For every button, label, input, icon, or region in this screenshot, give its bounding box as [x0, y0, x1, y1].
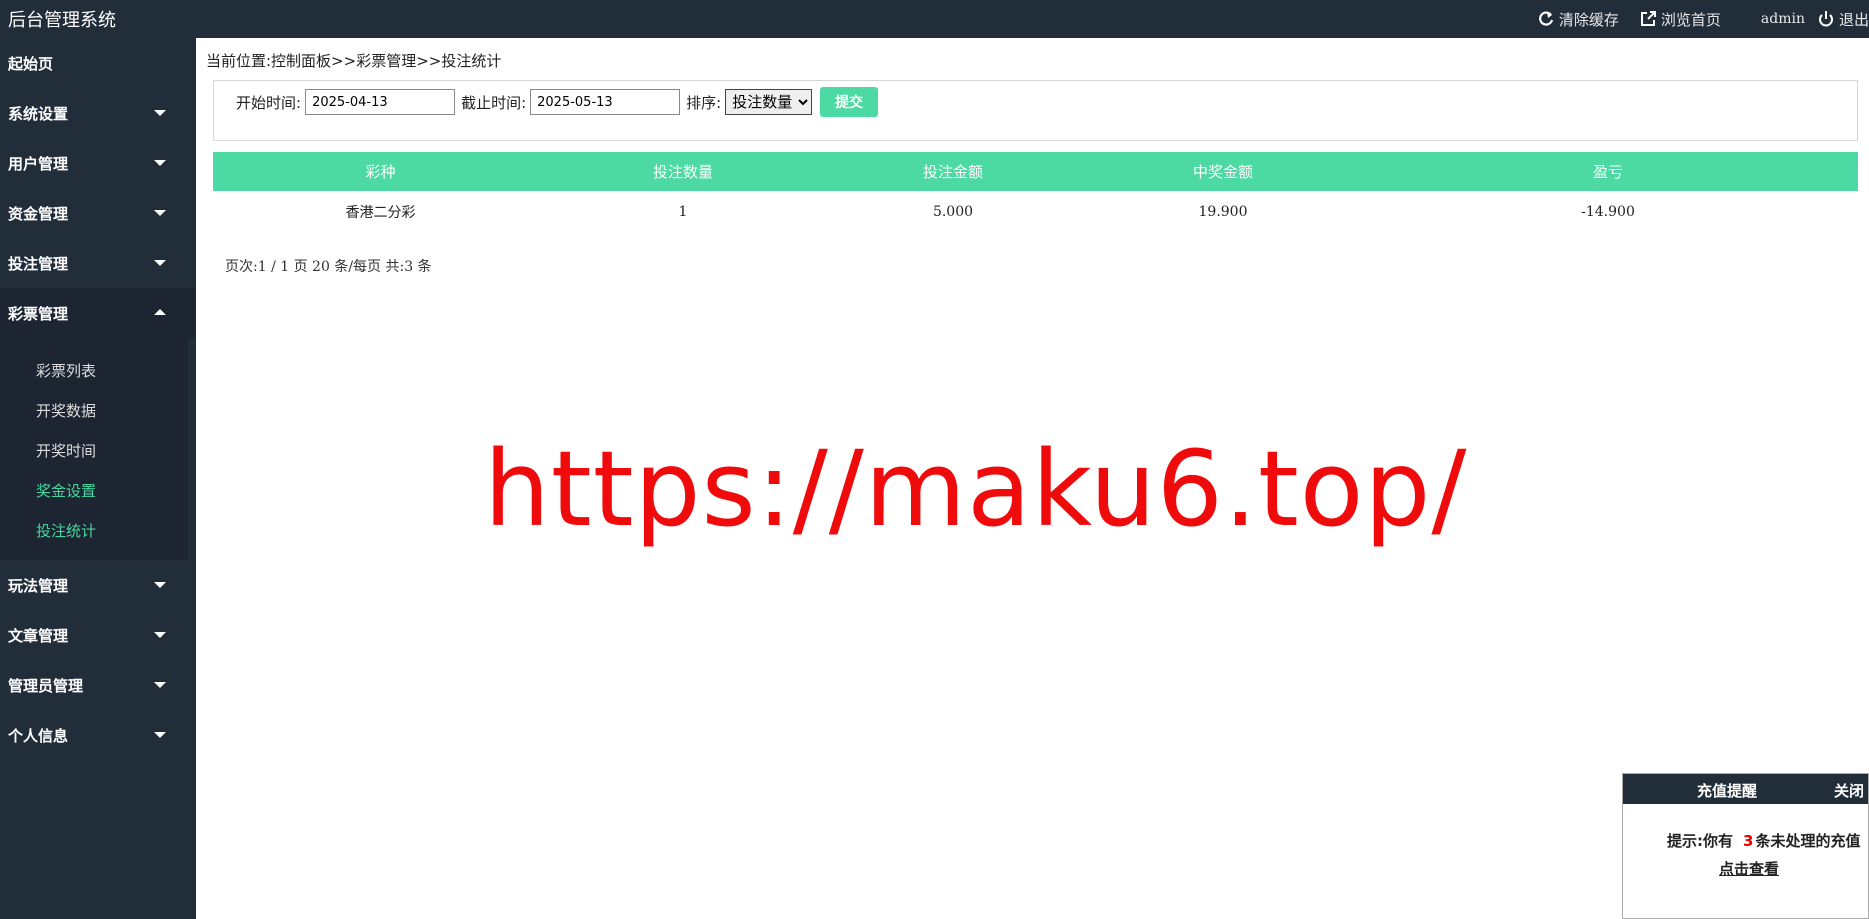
recharge-reminder-popup: 充值提醒 关闭 提示:你有 3 条未处理的充值 点击查看 — [1622, 773, 1869, 919]
sidebar-item-admins[interactable]: 管理员管理 — [0, 660, 196, 710]
sidebar-item-label: 资金管理 — [8, 204, 69, 223]
sidebar: 起始页 系统设置 用户管理 资金管理 投注管理 彩票管理 彩票列表 开奖数据 开… — [0, 38, 196, 919]
browse-home-button[interactable]: 浏览首页 — [1639, 9, 1721, 30]
sidebar-item-users[interactable]: 用户管理 — [0, 138, 196, 188]
sidebar-item-gameplay[interactable]: 玩法管理 — [0, 560, 196, 610]
clear-cache-button[interactable]: 清除缓存 — [1537, 9, 1619, 30]
column-header-bet-count: 投注数量 — [548, 152, 818, 191]
cell-win-amount: 19.900 — [1198, 203, 1248, 220]
sidebar-item-label: 起始页 — [8, 54, 54, 73]
sidebar-item-funds[interactable]: 资金管理 — [0, 188, 196, 238]
cell-profit-loss: -14.900 — [1581, 203, 1635, 220]
submenu-item-bet-stats[interactable]: 投注统计 — [0, 510, 188, 550]
submenu-item-draw-time[interactable]: 开奖时间 — [0, 430, 188, 470]
cell-bet-count: 1 — [678, 203, 688, 220]
submenu-item-draw-data[interactable]: 开奖数据 — [0, 390, 188, 430]
sidebar-item-label: 投注管理 — [8, 254, 69, 273]
submenu-item-lottery-list[interactable]: 彩票列表 — [0, 350, 188, 390]
sidebar-item-label: 管理员管理 — [8, 676, 84, 695]
start-time-label: 开始时间: — [236, 93, 302, 112]
top-actions: 清除缓存 浏览首页 admin 退出 — [1517, 0, 1869, 38]
stats-table: 彩种 投注数量 投注金额 中奖金额 盈亏 香港二分彩 1 5.000 19.90… — [213, 152, 1858, 232]
sort-select[interactable]: 投注数量 — [725, 89, 813, 115]
popup-message: 提示:你有 3 条未处理的充值 — [1667, 830, 1860, 851]
sidebar-item-profile[interactable]: 个人信息 — [0, 710, 196, 760]
sidebar-item-bets[interactable]: 投注管理 — [0, 238, 196, 288]
watermark-url: https://maku6.top/ — [484, 428, 1468, 550]
cell-bet-amount: 5.000 — [932, 203, 974, 220]
cell-lottery-type: 香港二分彩 — [345, 204, 416, 221]
sidebar-item-label: 用户管理 — [8, 154, 69, 173]
refresh-icon — [1537, 10, 1555, 28]
popup-title: 充值提醒 — [1697, 782, 1758, 800]
sidebar-item-label: 彩票管理 — [8, 304, 69, 323]
sidebar-item-label: 系统设置 — [8, 104, 69, 123]
submenu-item-bonus-settings[interactable]: 奖金设置 — [0, 470, 188, 510]
start-time-input[interactable] — [305, 89, 456, 115]
table-row: 香港二分彩 1 5.000 19.900 -14.900 — [213, 191, 1858, 232]
sidebar-item-lottery[interactable]: 彩票管理 — [0, 288, 196, 338]
sidebar-item-label: 文章管理 — [8, 626, 69, 645]
sort-label: 排序: — [686, 93, 722, 112]
sidebar-item-label: 玩法管理 — [8, 576, 69, 595]
browse-home-label: 浏览首页 — [1660, 10, 1721, 29]
caret-down-icon — [154, 160, 166, 166]
caret-down-icon — [154, 582, 166, 588]
pagination-info: 页次:1 / 1 页 20 条/每页 共:3 条 — [225, 259, 432, 275]
sidebar-item-label: 个人信息 — [8, 726, 69, 745]
popup-close-button[interactable]: 关闭 — [1834, 780, 1864, 801]
popup-text-prefix: 提示:你有 — [1667, 832, 1733, 850]
external-link-icon — [1639, 10, 1657, 28]
caret-down-icon — [154, 682, 166, 688]
pending-count: 3 — [1743, 832, 1754, 850]
caret-down-icon — [154, 732, 166, 738]
caret-up-icon — [154, 309, 166, 315]
power-icon — [1817, 10, 1835, 28]
logout-label: 退出 — [1838, 10, 1869, 29]
filter-row: 开始时间: 截止时间: 排序: 投注数量 提交 — [236, 87, 879, 117]
breadcrumb: 当前位置:控制面板>>彩票管理>>投注统计 — [206, 52, 502, 70]
sidebar-item-articles[interactable]: 文章管理 — [0, 610, 196, 660]
popup-header: 充值提醒 关闭 — [1623, 774, 1868, 804]
caret-down-icon — [154, 210, 166, 216]
table-header-row: 彩种 投注数量 投注金额 中奖金额 盈亏 — [213, 152, 1858, 191]
app-title: 后台管理系统 — [8, 10, 116, 31]
top-bar: 后台管理系统 清除缓存 浏览首页 admin 退出 — [0, 0, 1869, 38]
end-time-input[interactable] — [530, 89, 681, 115]
sidebar-item-home[interactable]: 起始页 — [0, 38, 196, 88]
lottery-submenu: 彩票列表 开奖数据 开奖时间 奖金设置 投注统计 — [0, 338, 188, 560]
end-time-label: 截止时间: — [461, 93, 527, 112]
popup-text-suffix: 条未处理的充值 — [1755, 832, 1861, 850]
column-header-bet-amount: 投注金额 — [818, 152, 1088, 191]
column-header-win-amount: 中奖金额 — [1088, 152, 1358, 191]
caret-down-icon — [154, 260, 166, 266]
caret-down-icon — [154, 110, 166, 116]
view-recharges-link[interactable]: 点击查看 — [1719, 858, 1779, 879]
column-header-lottery-type: 彩种 — [213, 152, 548, 191]
logout-button[interactable]: 退出 — [1817, 9, 1869, 30]
column-header-profit-loss: 盈亏 — [1358, 152, 1858, 191]
sidebar-item-system-settings[interactable]: 系统设置 — [0, 88, 196, 138]
caret-down-icon — [154, 632, 166, 638]
clear-cache-label: 清除缓存 — [1558, 10, 1619, 29]
username: admin — [1760, 11, 1805, 27]
submit-button[interactable]: 提交 — [820, 87, 879, 117]
filter-panel: 开始时间: 截止时间: 排序: 投注数量 提交 — [213, 80, 1858, 141]
